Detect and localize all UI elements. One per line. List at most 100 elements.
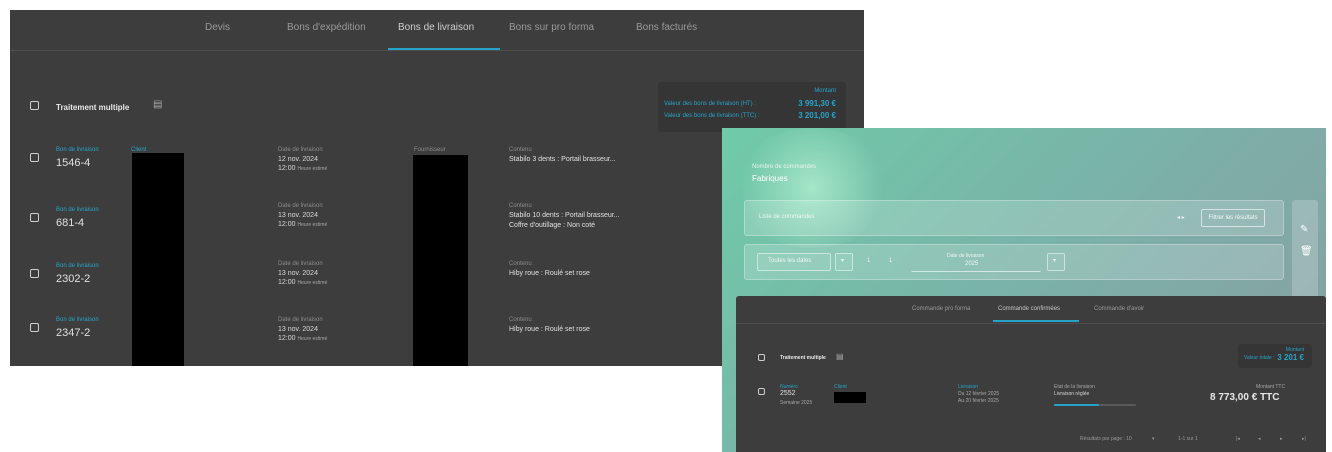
date-filter-select[interactable]: Toutes les dates xyxy=(757,253,831,271)
content-line: Hiby roue : Roulé set rose xyxy=(509,326,590,333)
date-dropdown-button[interactable]: ▾ xyxy=(1047,253,1065,271)
bon-label: Bon de livraison xyxy=(56,147,99,153)
bon-number[interactable]: 2347-2 xyxy=(56,327,90,339)
delivery-to: Au 20 février 2025 xyxy=(958,398,999,404)
date-label: Date de livraison xyxy=(278,147,323,153)
search-placeholder[interactable]: Liste de commandes xyxy=(759,214,814,220)
top-tab-bar: Devis Bons d'expédition Bons de livraiso… xyxy=(10,10,864,51)
multi-action-label[interactable]: Traitement multiple xyxy=(56,103,129,112)
order-ref-sub: Semaine 2025 xyxy=(780,400,813,406)
last-page-icon[interactable]: ▸| xyxy=(1302,436,1306,442)
redacted-client-column xyxy=(132,153,184,366)
content-label: Contenu xyxy=(509,317,532,323)
document-icon[interactable]: ▤ xyxy=(836,352,844,361)
date-value: 12 nov. 2024 xyxy=(278,156,318,163)
dropdown-button[interactable]: ▾ xyxy=(835,253,853,271)
summary-value: 3 201 € xyxy=(1277,353,1304,362)
content-line: Coffre d'outillage : Non coté xyxy=(509,222,596,229)
next-page-icon[interactable]: ▸ xyxy=(1280,436,1283,442)
tab-bons-pro-forma[interactable]: Bons sur pro forma xyxy=(509,22,594,33)
summary-label-ht: Valeur des bons de livraison (HT) : xyxy=(664,101,756,107)
delivery-date-select[interactable]: Date de livraison 2025 xyxy=(911,251,1041,272)
summary-box: Montant Valeur des bons de livraison (HT… xyxy=(658,82,846,132)
time-value: 12:00 Heure estimé xyxy=(278,279,328,286)
delivery-date-label: Date de livraison xyxy=(947,253,985,259)
content-label: Contenu xyxy=(509,261,532,267)
summary-header: Montant xyxy=(814,88,836,94)
select-all-checkbox[interactable] xyxy=(758,354,765,361)
rows-per-page-chevron-icon[interactable]: ▾ xyxy=(1152,436,1155,442)
row-checkbox[interactable] xyxy=(30,323,39,332)
time-value: 12:00 Heure estimé xyxy=(278,221,328,228)
content-line: Stabilo 3 dents : Portail brasseur... xyxy=(509,156,616,163)
tab-devis[interactable]: Devis xyxy=(205,22,230,33)
pencil-icon[interactable]: ✎ xyxy=(1300,224,1308,235)
delivery-date-value: 2025 xyxy=(965,261,979,267)
delivery-label: Livraison xyxy=(958,384,979,390)
progress-bar xyxy=(1054,404,1136,406)
time-value: 12:00 Heure estimé xyxy=(278,335,328,342)
row-checkbox[interactable] xyxy=(30,269,39,278)
search-bar: Liste de commandes ◂ ▸ Filtrer les résul… xyxy=(744,200,1284,236)
bon-label: Bon de livraison xyxy=(56,207,99,213)
bon-number[interactable]: 681-4 xyxy=(56,217,84,229)
content-label: Contenu xyxy=(509,203,532,209)
bon-number[interactable]: 2302-2 xyxy=(56,273,90,285)
order-price: 8 773,00 € TTC xyxy=(1210,392,1280,403)
page-range: 1-1 sur 1 xyxy=(1178,436,1198,442)
bon-label: Bon de livraison xyxy=(56,263,99,269)
redacted-client xyxy=(834,392,866,403)
date-label: Date de livraison xyxy=(278,317,323,323)
content-line: Hiby roue : Roulé set rose xyxy=(509,270,590,277)
tab-bons-livraison[interactable]: Bons de livraison xyxy=(398,22,474,33)
select-all-checkbox[interactable] xyxy=(30,101,39,110)
filter-count-b: 1 xyxy=(889,258,893,264)
multi-action-label[interactable]: Traitement multiple xyxy=(780,355,826,361)
date-label: Date de livraison xyxy=(278,261,323,267)
summary-label: Valeur totale : xyxy=(1244,355,1275,361)
orders-panel: Nombre de commandes Fabriques Liste de c… xyxy=(722,128,1326,452)
active-tab-indicator xyxy=(388,48,500,50)
order-ref-number[interactable]: 2552 xyxy=(780,390,796,397)
progress-status: Livraison réglée xyxy=(1054,391,1090,397)
content-label: Contenu xyxy=(509,147,532,153)
date-value: 13 nov. 2024 xyxy=(278,212,318,219)
active-tab-indicator xyxy=(993,320,1079,322)
summary-value-ttc: 3 201,00 € xyxy=(798,111,836,120)
chevron-down-icon: ▾ xyxy=(1053,258,1057,264)
row-checkbox[interactable] xyxy=(758,388,765,395)
filter-button[interactable]: Filtrer les résultats xyxy=(1201,209,1265,227)
delivery-from: Du 12 février 2025 xyxy=(958,391,1000,397)
bon-number[interactable]: 1546-4 xyxy=(56,157,90,169)
tab-pro-forma[interactable]: Commande pro forma xyxy=(912,306,970,312)
price-label: Montant TTC xyxy=(1256,384,1286,390)
orders-list: Commande pro forma Commande confirmées C… xyxy=(736,296,1326,452)
row-checkbox[interactable] xyxy=(30,213,39,222)
filter-count-a: 1 xyxy=(867,258,871,264)
rows-per-page[interactable]: Résultats par page : 10 xyxy=(1080,436,1132,442)
content-line: Stabilo 10 dents : Portail brasseur... xyxy=(509,212,620,219)
trash-icon[interactable]: 🗑 xyxy=(1300,246,1313,257)
progress-label: Etat de la livraison xyxy=(1054,384,1095,390)
redacted-supplier-column xyxy=(413,155,468,366)
orders-title: Fabriques xyxy=(752,174,788,183)
arrows-icon[interactable]: ◂ ▸ xyxy=(1177,214,1185,221)
client-label: Client xyxy=(834,384,847,390)
date-value: 13 nov. 2024 xyxy=(278,326,318,333)
prev-page-icon[interactable]: ◂ xyxy=(1258,436,1261,442)
filter-bar: Toutes les dates ▾ 1 1 Date de livraison… xyxy=(744,244,1284,280)
tab-credit[interactable]: Commande d'avoir xyxy=(1094,306,1144,312)
tab-bons-factures[interactable]: Bons facturés xyxy=(636,22,697,33)
date-value: 13 nov. 2024 xyxy=(278,270,318,277)
progress-bar-fill xyxy=(1054,404,1100,406)
time-value: 12:00 Heure estimé xyxy=(278,165,328,172)
date-filter-value: Toutes les dates xyxy=(768,258,812,264)
tab-divider xyxy=(736,323,1326,324)
date-label: Date de livraison xyxy=(278,203,323,209)
tab-confirmed[interactable]: Commande confirmées xyxy=(998,306,1060,312)
first-page-icon[interactable]: |◂ xyxy=(1236,436,1240,442)
summary-box: Montant Valeur totale : 3 201 € xyxy=(1238,344,1312,368)
row-checkbox[interactable] xyxy=(30,153,39,162)
tab-bons-expedition[interactable]: Bons d'expédition xyxy=(287,22,366,33)
document-icon[interactable]: ▤ xyxy=(153,99,162,110)
